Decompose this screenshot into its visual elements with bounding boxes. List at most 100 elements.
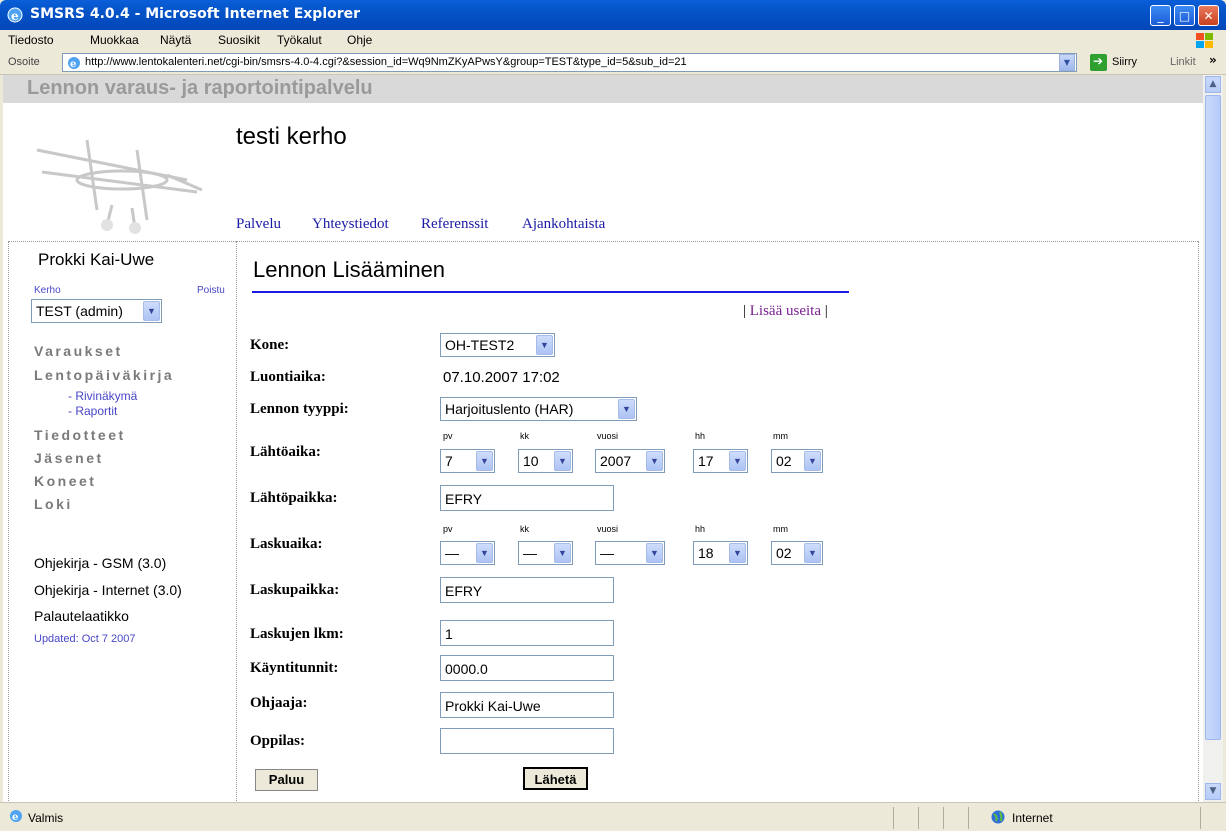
club-select[interactable]: TEST (admin) ▼ [31,299,162,323]
departure-hour-select[interactable]: 17 ▼ [693,449,748,473]
chevron-down-icon: ▼ [536,335,553,355]
links-label[interactable]: Linkit [1170,56,1196,68]
mm-label: mm [773,431,788,441]
hh-label: hh [695,524,706,534]
chevron-right-icon[interactable]: » [1209,53,1217,67]
updated-date: Updated: Oct 7 2007 [34,633,136,645]
menu-nayta[interactable]: Näytä [160,33,191,47]
departure-day-select[interactable]: 7 ▼ [440,449,495,473]
page-viewport: Lennon varaus- ja raportointipalvelu tes… [3,75,1203,802]
address-label: Osoite [8,56,40,68]
kerho-label: Kerho [34,285,61,296]
windows-logo-icon [1196,33,1213,48]
club-name: testi kerho [236,123,347,150]
toplink-ajankohtaista[interactable]: Ajankohtaista [522,216,605,233]
menu-tyokalut[interactable]: Työkalut [277,33,322,47]
toplink-yhteystiedot[interactable]: Yhteystiedot [312,216,389,233]
svg-text:e: e [70,59,76,70]
maximize-button[interactable]: □ [1174,5,1195,26]
help-gsm-link[interactable]: Ohjekirja - GSM (3.0) [34,555,166,571]
scroll-thumb[interactable] [1205,95,1221,740]
nav-loki[interactable]: Loki [34,496,73,512]
add-many-wrapper: | Lisää useita | [743,303,828,319]
kk-label: kk [520,524,529,534]
landing-month-select[interactable]: — ▼ [518,541,573,565]
chevron-down-icon: ▼ [554,451,571,471]
landing-place-input[interactable]: EFRY [440,577,614,603]
header-divider [8,241,1198,242]
laskuaika-label: Laskuaika: [250,536,323,552]
menu-bar: Tiedosto Muokkaa Näytä Suosikit Työkalut… [0,30,1226,53]
engine-hours-input[interactable]: 0000.0 [440,655,614,681]
address-dropdown-button[interactable]: ▼ [1059,54,1075,71]
close-button[interactable]: ✕ [1198,5,1219,26]
student-input[interactable] [440,728,614,754]
lahtoaika-label: Lähtöaika: [250,444,321,460]
kayntitunnit-label: Käyntitunnit: [250,660,339,676]
back-button[interactable]: Paluu [255,769,318,791]
chevron-down-icon: ▼ [476,451,493,471]
add-many-link[interactable]: Lisää useita [750,303,821,319]
luontiaika-label: Luontiaika: [250,369,326,385]
zone-text: Internet [1012,811,1053,825]
flight-type-select[interactable]: Harjoituslento (HAR) ▼ [440,397,637,421]
pilot-input[interactable]: Prokki Kai-Uwe [440,692,614,718]
chevron-down-icon: ▼ [729,543,746,563]
landing-minute-select[interactable]: 02 ▼ [771,541,823,565]
status-bar: e Valmis Internet [0,802,1226,831]
nav-tiedotteet[interactable]: Tiedotteet [34,427,126,443]
kk-label: kk [520,431,529,441]
departure-year-select[interactable]: 2007 ▼ [595,449,665,473]
status-text: Valmis [28,811,64,825]
toplink-palvelu[interactable]: Palvelu [236,216,281,233]
landing-year-select[interactable]: — ▼ [595,541,665,565]
page-icon: e [68,57,80,70]
airplane-illustration [36,139,203,234]
hh-label: hh [695,431,706,441]
nav-varaukset[interactable]: Varaukset [34,343,123,359]
ohjaaja-label: Ohjaaja: [250,695,308,711]
submit-button[interactable]: Lähetä [523,767,588,790]
help-internet-link[interactable]: Ohjekirja - Internet (3.0) [34,582,182,598]
subnav-raportit[interactable]: - Raportit [68,404,117,418]
menu-muokkaa[interactable]: Muokkaa [90,33,139,47]
menu-tiedosto[interactable]: Tiedosto [8,33,54,47]
nav-lentopaivakirja[interactable]: Lentopäiväkirja [34,367,174,383]
kone-select[interactable]: OH-TEST2 ▼ [440,333,555,357]
chevron-down-icon: ▼ [804,451,821,471]
laskupaikka-label: Laskupaikka: [250,582,340,598]
scroll-up-button[interactable]: ▲ [1205,76,1221,93]
pv-label: pv [443,431,453,441]
scroll-down-button[interactable]: ▼ [1205,783,1221,800]
menu-ohje[interactable]: Ohje [347,33,372,47]
landing-day-select[interactable]: — ▼ [440,541,495,565]
svg-text:e: e [11,9,19,23]
user-name: Prokki Kai-Uwe [38,250,155,269]
go-button[interactable]: Siirry [1112,56,1137,68]
nav-jasenet[interactable]: Jäsenet [34,450,104,466]
logout-link[interactable]: Poistu [197,285,225,296]
chevron-down-icon: ▼ [804,543,821,563]
window-title: SMSRS 4.0.4 - Microsoft Internet Explore… [30,6,361,22]
minimize-button[interactable]: _ [1150,5,1171,26]
nav-koneet[interactable]: Koneet [34,473,96,489]
tyyppi-label: Lennon tyyppi: [250,401,349,417]
address-input[interactable]: e http://www.lentokalenteri.net/cgi-bin/… [62,53,1077,72]
pv-label: pv [443,524,453,534]
site-header-band: Lennon varaus- ja raportointipalvelu [3,75,1203,103]
landings-count-input[interactable]: 1 [440,620,614,646]
toplink-referenssit[interactable]: Referenssit [421,216,488,233]
mm-label: mm [773,524,788,534]
landing-hour-select[interactable]: 18 ▼ [693,541,748,565]
chevron-down-icon: ▼ [646,451,663,471]
oppilas-label: Oppilas: [250,733,306,749]
go-arrow-icon[interactable]: ➔ [1090,54,1107,71]
departure-minute-select[interactable]: 02 ▼ [771,449,823,473]
departure-month-select[interactable]: 10 ▼ [518,449,573,473]
page-status-icon: e [10,810,22,823]
title-underline [252,291,849,293]
menu-suosikit[interactable]: Suosikit [218,33,260,47]
feedback-link[interactable]: Palautelaatikko [34,608,129,624]
departure-place-input[interactable]: EFRY [440,485,614,511]
subnav-rivinakyma[interactable]: - Rivinäkymä [68,389,137,403]
